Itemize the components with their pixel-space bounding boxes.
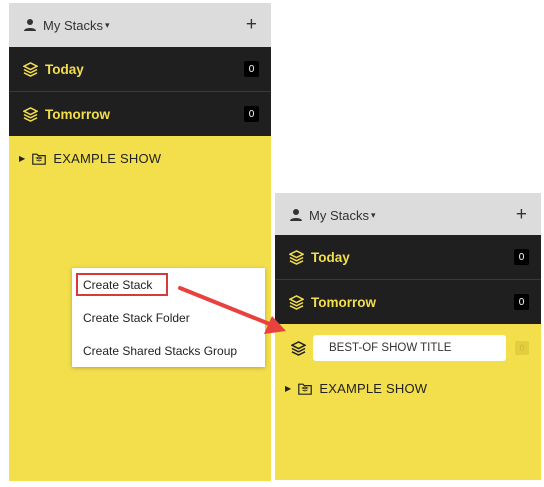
stack-label: Today	[311, 249, 350, 265]
layers-icon	[289, 249, 304, 265]
stacks-header-title[interactable]: My Stacks	[43, 18, 103, 33]
stack-label: Today	[45, 61, 84, 77]
chevron-down-icon[interactable]: ▾	[105, 20, 110, 31]
count-badge: 0	[515, 341, 529, 355]
stack-item-today[interactable]: Today 0	[9, 47, 271, 91]
folder-icon	[298, 383, 313, 395]
person-icon	[290, 209, 302, 221]
stack-item-tomorrow[interactable]: Tomorrow 0	[9, 92, 271, 136]
layers-icon	[289, 294, 304, 310]
folder-item-example-show[interactable]: ▶ EXAMPLE SHOW	[19, 151, 161, 166]
add-stack-button[interactable]: +	[246, 14, 257, 36]
triangle-right-icon[interactable]: ▶	[285, 384, 291, 393]
person-icon	[24, 19, 36, 31]
menu-item-create-stack-folder[interactable]: Create Stack Folder	[83, 311, 190, 325]
count-badge: 0	[514, 294, 529, 310]
menu-item-create-stack[interactable]: Create Stack	[83, 278, 152, 292]
stack-item-today[interactable]: Today 0	[275, 235, 541, 279]
context-menu: Create Stack Create Stack Folder Create …	[72, 268, 265, 367]
layers-icon	[291, 340, 306, 356]
triangle-right-icon[interactable]: ▶	[19, 154, 25, 163]
stacks-header: My Stacks ▾ +	[275, 193, 541, 237]
folder-icon	[32, 153, 47, 165]
stack-label: Tomorrow	[45, 106, 110, 122]
add-stack-button[interactable]: +	[516, 204, 527, 226]
chevron-down-icon[interactable]: ▾	[371, 210, 376, 221]
stacks-header-title[interactable]: My Stacks	[309, 208, 369, 223]
stack-label: Tomorrow	[311, 294, 376, 310]
folder-label: EXAMPLE SHOW	[319, 381, 428, 396]
menu-item-create-shared-stacks-group[interactable]: Create Shared Stacks Group	[83, 344, 237, 358]
folder-item-example-show[interactable]: ▶ EXAMPLE SHOW	[285, 381, 427, 396]
stacks-panel-after: My Stacks ▾ + Today 0 Tomorrow 0 0 ▶	[275, 193, 541, 480]
folder-label: EXAMPLE SHOW	[53, 151, 162, 166]
count-badge: 0	[514, 249, 529, 265]
new-stack-row: 0	[275, 331, 541, 365]
layers-icon	[23, 106, 38, 122]
stack-item-tomorrow[interactable]: Tomorrow 0	[275, 280, 541, 324]
count-badge: 0	[244, 106, 259, 122]
layers-icon	[23, 61, 38, 77]
stacks-header: My Stacks ▾ +	[9, 3, 271, 47]
stacks-panel-before: My Stacks ▾ + Today 0 Tomorrow 0 ▶ EXAMP…	[9, 3, 271, 481]
count-badge: 0	[244, 61, 259, 77]
stack-name-input[interactable]	[313, 335, 506, 361]
